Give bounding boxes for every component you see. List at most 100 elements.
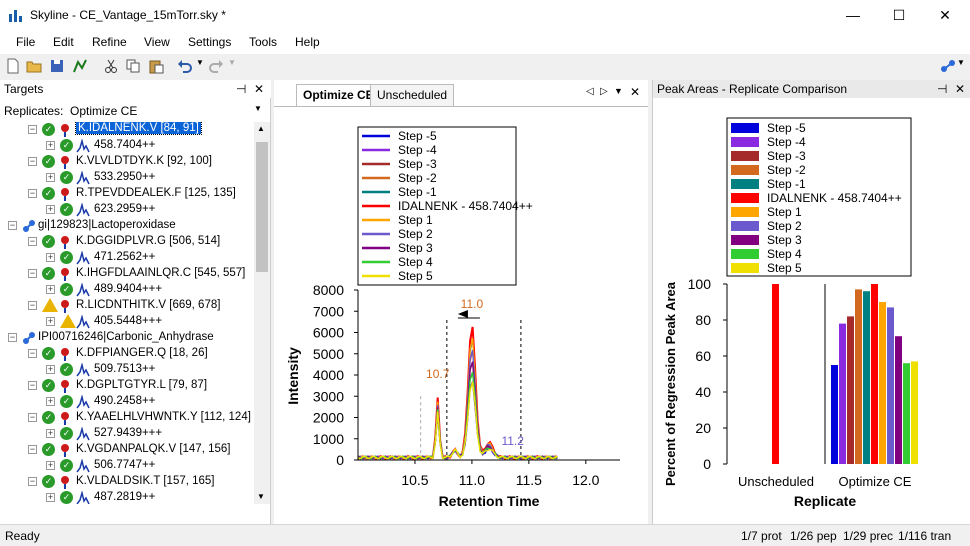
y-tick-label: 60	[695, 348, 711, 364]
save-icon[interactable]	[49, 58, 65, 74]
chromatogram-trace	[357, 361, 558, 460]
x-tick-label: 10.5	[401, 472, 428, 488]
undo-icon[interactable]	[177, 58, 193, 74]
precursor-label: 506.7747++	[94, 459, 156, 471]
menu-settings[interactable]: Settings	[188, 35, 231, 49]
precursor-label: 487.2819++	[94, 491, 156, 503]
scroll-thumb[interactable]	[256, 142, 268, 272]
expand-icon[interactable]: +	[46, 205, 55, 214]
minimize-button[interactable]: —	[830, 0, 876, 30]
tab-prev-icon[interactable]: ◁	[586, 86, 594, 97]
menu-edit[interactable]: Edit	[53, 35, 74, 49]
tab-optimize-ce[interactable]: Optimize CE	[296, 84, 381, 106]
replicates-select[interactable]: Optimize CE	[70, 104, 137, 118]
precursor-icon	[76, 203, 90, 217]
expand-icon[interactable]: +	[46, 429, 55, 438]
close-targets-icon[interactable]: ✕	[254, 82, 264, 96]
expand-icon[interactable]: +	[46, 365, 55, 374]
copy-icon[interactable]	[125, 58, 141, 74]
collapse-icon[interactable]: −	[28, 237, 37, 246]
molecule-dropdown-icon[interactable]: ▼	[957, 58, 970, 74]
status-prot: 1/7 prot	[741, 529, 782, 543]
collapse-icon[interactable]: −	[28, 269, 37, 278]
tab-next-icon[interactable]: ▷	[600, 86, 608, 97]
maximize-button[interactable]: ☐	[876, 0, 922, 30]
collapse-icon[interactable]: −	[28, 301, 37, 310]
peak-annotation: 10.7	[426, 367, 450, 381]
collapse-icon[interactable]: −	[28, 381, 37, 390]
menu-tools[interactable]: Tools	[249, 35, 277, 49]
peptide-label: K.DGGIDPLVR.G [506, 514]	[76, 235, 221, 247]
open-folder-icon[interactable]	[26, 58, 42, 74]
close-chromatogram-icon[interactable]: ✕	[630, 85, 640, 99]
expand-icon[interactable]: +	[46, 493, 55, 502]
legend-swatch	[731, 193, 759, 203]
collapse-icon[interactable]: −	[28, 477, 37, 486]
scroll-down-icon[interactable]: ▼	[257, 492, 265, 501]
y-tick-label: 4000	[313, 367, 344, 383]
pin-icon[interactable]: ⊣	[236, 82, 246, 96]
close-window-button[interactable]: ✕	[922, 0, 968, 30]
legend-entry: Step -5	[767, 121, 806, 135]
chromatogram-chart[interactable]: 0 1000 2000 3000 4000 5000 6000 7000 8000 10.5 11.…	[274, 108, 648, 524]
redo-icon[interactable]	[208, 58, 224, 74]
precursor-label: 471.2562++	[94, 251, 156, 263]
check-icon: ✓	[42, 267, 55, 280]
peptide-label: K.VLVLDTDYK.K [92, 100]	[76, 155, 212, 167]
collapse-icon[interactable]: −	[28, 349, 37, 358]
check-icon: ✓	[60, 203, 73, 216]
expand-icon[interactable]: +	[46, 285, 55, 294]
targets-scrollbar[interactable]: ▲ ▼	[254, 122, 270, 504]
collapse-icon[interactable]: −	[28, 189, 37, 198]
precursor-icon	[76, 459, 90, 473]
cut-icon[interactable]	[103, 58, 119, 74]
collapse-icon[interactable]: −	[28, 413, 37, 422]
precursor-icon	[76, 139, 90, 153]
peptide-icon	[61, 412, 69, 425]
molecule-icon[interactable]	[940, 58, 956, 74]
collapse-icon[interactable]: −	[8, 221, 17, 230]
peak-areas-header: Peak Areas - Replicate Comparison ⊣ ✕	[653, 80, 970, 98]
precursor-icon	[76, 363, 90, 377]
bar	[863, 291, 870, 464]
check-icon: ✓	[60, 459, 73, 472]
pin-peak-icon[interactable]: ⊣	[937, 82, 947, 96]
collapse-icon[interactable]: −	[28, 445, 37, 454]
status-prec: 1/29 prec	[843, 529, 894, 543]
peptide-icon	[61, 268, 69, 281]
precursor-label: 405.5448+++	[94, 315, 163, 327]
tab-list-icon[interactable]: ▼	[614, 86, 623, 96]
import-results-icon[interactable]	[72, 58, 88, 74]
expand-icon[interactable]: +	[46, 397, 55, 406]
replicates-dropdown-icon[interactable]: ▼	[254, 104, 262, 113]
redo-dropdown-icon[interactable]: ▼	[228, 58, 244, 74]
collapse-icon[interactable]: −	[8, 333, 17, 342]
y-tick-label: 100	[688, 276, 712, 292]
new-document-icon[interactable]	[5, 58, 21, 74]
tab-unscheduled[interactable]: Unscheduled	[370, 84, 455, 106]
precursor-icon	[76, 491, 90, 504]
legend-swatch	[731, 123, 759, 133]
check-icon: ✓	[60, 491, 73, 504]
expand-icon[interactable]: +	[46, 141, 55, 150]
expand-icon[interactable]: +	[46, 461, 55, 470]
expand-icon[interactable]: +	[46, 173, 55, 182]
menu-file[interactable]: File	[16, 35, 35, 49]
paste-icon[interactable]	[148, 58, 164, 74]
collapse-icon[interactable]: −	[28, 157, 37, 166]
peptide-icon	[61, 124, 69, 137]
check-icon: ✓	[42, 475, 55, 488]
menu-view[interactable]: View	[144, 35, 170, 49]
close-peak-icon[interactable]: ✕	[955, 82, 965, 96]
legend-entry: Step -4	[767, 135, 806, 149]
legend-entry: Step -3	[398, 157, 437, 171]
menu-help[interactable]: Help	[295, 35, 320, 49]
menu-refine[interactable]: Refine	[92, 35, 127, 49]
scroll-up-icon[interactable]: ▲	[257, 124, 265, 133]
collapse-icon[interactable]: −	[28, 125, 37, 134]
peak-areas-panel: Peak Areas - Replicate Comparison ⊣ ✕ 0 2…	[652, 80, 970, 524]
expand-icon[interactable]: +	[46, 317, 55, 326]
expand-icon[interactable]: +	[46, 253, 55, 262]
peak-areas-chart[interactable]: 0 20 40 60 80 100 Unscheduled Optimize CE Replic…	[653, 100, 970, 524]
y-tick-label: 8000	[313, 282, 344, 298]
